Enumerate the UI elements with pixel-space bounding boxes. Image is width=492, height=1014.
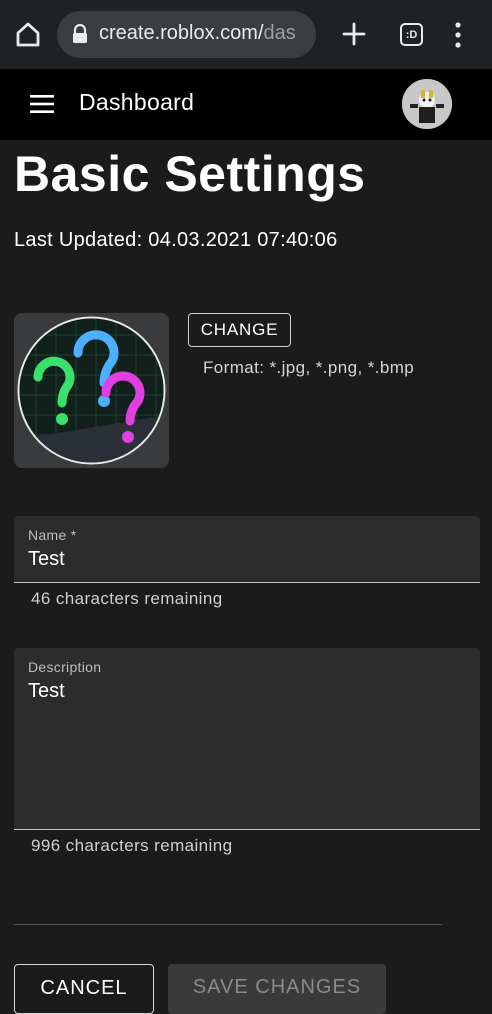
save-changes-button[interactable]: SAVE CHANGES [168,964,386,1014]
divider [14,924,442,925]
new-tab-icon[interactable] [338,18,370,50]
description-value: Test [28,680,65,702]
name-char-count: 46 characters remaining [31,589,223,608]
cancel-button[interactable]: CANCEL [14,964,154,1014]
more-options-icon[interactable] [446,20,470,50]
game-icon-thumbnail [14,313,169,468]
avatar-image [402,79,452,129]
description-field[interactable]: Description Test [14,648,480,830]
description-char-count: 996 characters remaining [31,836,233,855]
question-marks-image [17,316,166,465]
change-icon-button[interactable]: CHANGE [188,313,291,347]
name-field[interactable]: Name * Test [14,516,480,583]
last-updated-text: Last Updated: 04.03.2021 07:40:06 [14,229,338,251]
user-avatar[interactable] [402,79,452,129]
url-text: create.roblox.com/das [99,22,296,44]
format-hint: Format: *.jpg, *.png, *.bmp [203,358,415,377]
header-title: Dashboard [79,89,195,115]
name-label: Name * [28,527,77,543]
app-header: Dashboard [0,69,492,140]
name-value: Test [28,548,65,570]
lock-icon [73,24,87,43]
description-label: Description [28,659,102,675]
page-title: Basic Settings [14,146,366,202]
home-icon[interactable] [12,18,44,50]
tab-switcher-button[interactable]: :D [400,23,423,46]
menu-icon[interactable] [30,94,54,114]
address-bar[interactable]: create.roblox.com/das [57,11,316,58]
browser-toolbar: create.roblox.com/das :D [0,0,492,69]
